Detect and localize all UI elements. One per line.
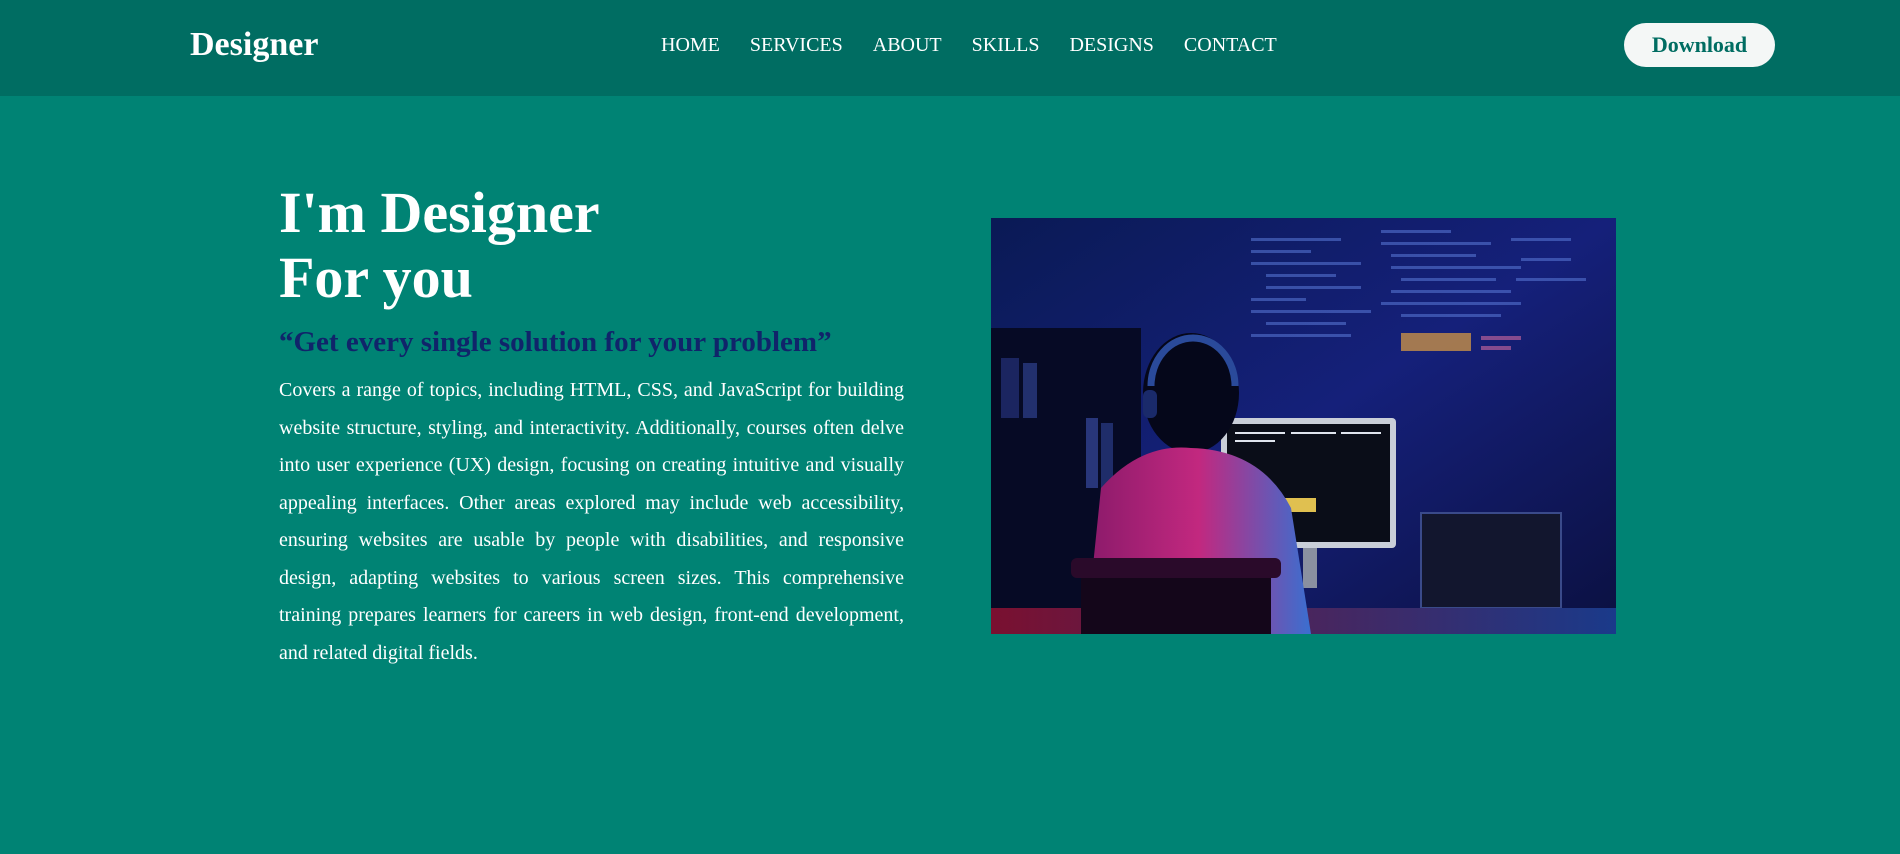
main-nav: HOME SERVICES ABOUT SKILLS DESIGNS CONTA… [661, 30, 1307, 60]
nav-designs[interactable]: DESIGNS [1069, 30, 1153, 60]
nav-skills[interactable]: SKILLS [972, 30, 1040, 60]
hero-title-line-1: I'm Designer [279, 180, 600, 245]
hero-description: Covers a range of topics, including HTML… [279, 379, 904, 664]
hero-title: I'm Designer For you [279, 180, 904, 310]
nav-contact[interactable]: CONTACT [1184, 30, 1277, 60]
hero-title-line-2: For you [279, 245, 473, 310]
site-header: Designer HOME SERVICES ABOUT SKILLS DESI… [0, 0, 1900, 96]
hero-quote: “Get every single solution for your prob… [279, 326, 832, 358]
site-logo[interactable]: Designer [190, 22, 318, 68]
hero-section: I'm Designer For you “Get every single s… [279, 180, 904, 672]
developer-at-desk-illustration [991, 218, 1616, 634]
download-button[interactable]: Download [1624, 23, 1775, 67]
nav-home[interactable]: HOME [661, 30, 720, 60]
nav-services[interactable]: SERVICES [750, 30, 843, 60]
nav-about[interactable]: ABOUT [873, 30, 942, 60]
hero-image [991, 218, 1616, 634]
